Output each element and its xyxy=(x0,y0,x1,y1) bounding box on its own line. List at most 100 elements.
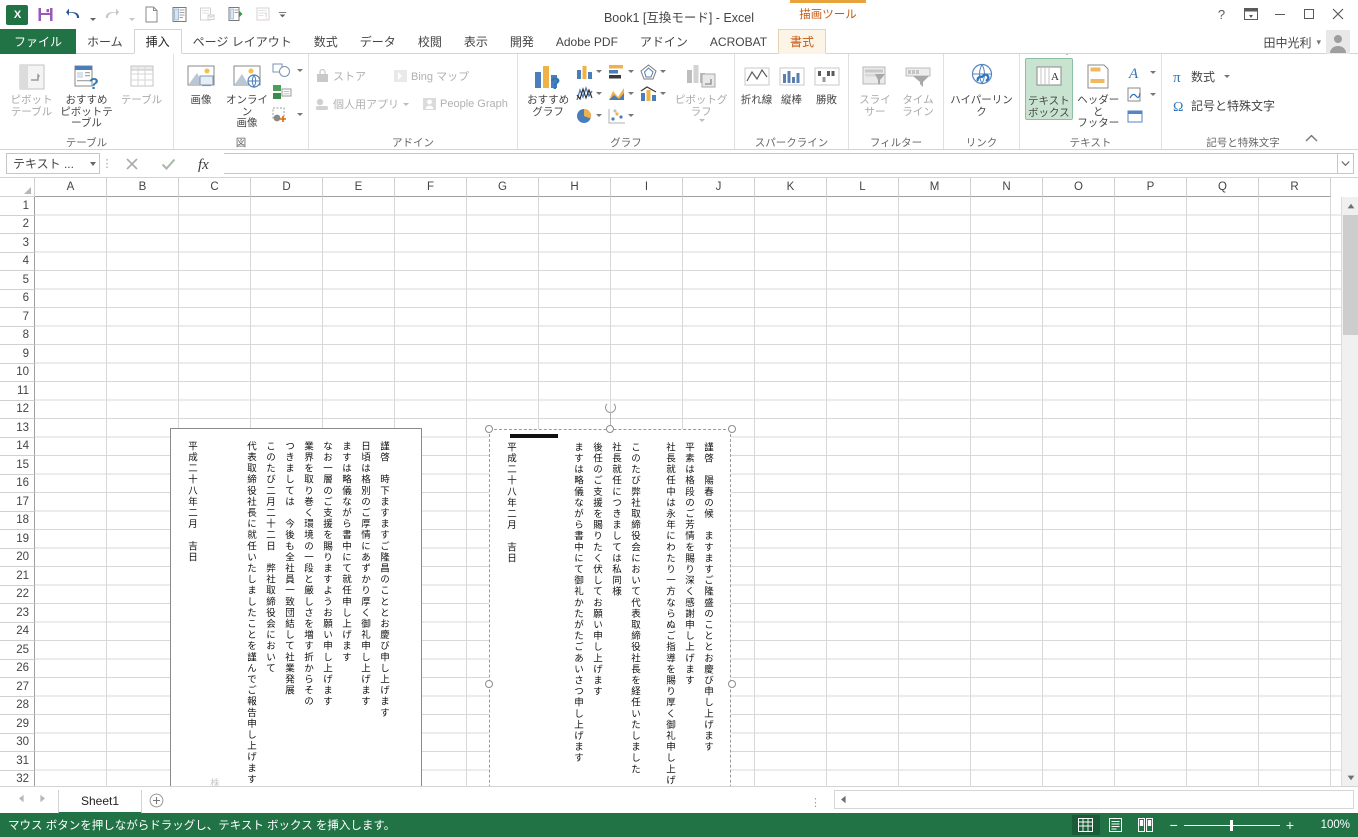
textbox-right[interactable]: 平成二十八年二月 吉日 ますは略儀ながら書中にて御礼かたがたごあいさつ申し上げま… xyxy=(485,402,736,786)
tab-adobe-pdf[interactable]: Adobe PDF xyxy=(545,29,629,54)
tab-insert[interactable]: 挿入 xyxy=(133,29,182,54)
formula-bar-splitter[interactable]: ⋮ xyxy=(100,157,114,170)
tab-review[interactable]: 校閲 xyxy=(407,29,453,54)
column-header-L[interactable]: L xyxy=(827,178,899,197)
equation-button[interactable]: π 数式 xyxy=(1172,66,1231,86)
row-header-17[interactable]: 17 xyxy=(0,493,35,512)
hyperlink-button[interactable]: ハイパーリンク xyxy=(949,58,1014,118)
avatar[interactable] xyxy=(1326,30,1350,54)
worksheet-grid[interactable]: ABCDEFGHIJKLMNOPQR 1 2 3 4 5 6 7 8 9 10 11 12 13 14 15… xyxy=(0,178,1358,786)
resize-handle-e[interactable] xyxy=(728,680,736,688)
zoom-slider[interactable]: − + xyxy=(1170,817,1294,833)
picture-button[interactable]: 画像 xyxy=(179,58,223,107)
row-header-21[interactable]: 21 xyxy=(0,567,35,586)
combo-chart-button[interactable] xyxy=(639,85,671,102)
stock-chart-button[interactable] xyxy=(575,85,607,102)
row-header-4[interactable]: 4 xyxy=(0,252,35,271)
tab-format[interactable]: 書式 xyxy=(778,29,827,54)
zoom-slider-track[interactable] xyxy=(1183,819,1280,831)
winloss-sparkline-button[interactable]: 勝敗 xyxy=(810,58,843,107)
shapes-button[interactable] xyxy=(271,60,303,80)
row-header-23[interactable]: 23 xyxy=(0,604,35,623)
redo-dropdown-icon[interactable] xyxy=(127,3,136,27)
people-graph-button[interactable]: People Graph xyxy=(421,94,508,114)
minimize-icon[interactable] xyxy=(1265,3,1294,25)
screenshot-button[interactable] xyxy=(271,104,303,124)
next-sheet-icon[interactable] xyxy=(39,794,46,806)
collapse-ribbon-button[interactable] xyxy=(1305,134,1318,146)
pivot-table-button[interactable]: ピボット テーブル xyxy=(5,58,58,118)
row-header-31[interactable]: 31 xyxy=(0,752,35,771)
sheet-tab-splitter[interactable]: ⋮ xyxy=(810,796,823,809)
restore-icon[interactable] xyxy=(1294,3,1323,25)
row-header-12[interactable]: 12 xyxy=(0,400,35,419)
enter-icon[interactable] xyxy=(150,153,186,175)
row-header-26[interactable]: 26 xyxy=(0,659,35,678)
horizontal-scrollbar[interactable] xyxy=(834,790,1354,809)
recommended-pivot-table-button[interactable]: ? おすすめ ピボットテーブル xyxy=(60,58,113,130)
row-header-29[interactable]: 29 xyxy=(0,715,35,734)
area-chart-button[interactable] xyxy=(607,85,639,102)
smartart-button[interactable] xyxy=(271,82,303,102)
header-footer-button[interactable]: ヘッダーと フッター xyxy=(1075,58,1122,130)
resize-handle-w[interactable] xyxy=(485,680,493,688)
column-header-R[interactable]: R xyxy=(1259,178,1331,197)
row-header-16[interactable]: 16 xyxy=(0,474,35,493)
column-header-P[interactable]: P xyxy=(1115,178,1187,197)
column-header-E[interactable]: E xyxy=(323,178,395,197)
column-header-C[interactable]: C xyxy=(179,178,251,197)
row-header-32[interactable]: 32 xyxy=(0,770,35,786)
scroll-up-icon[interactable] xyxy=(1342,197,1358,214)
column-chart-button[interactable] xyxy=(575,63,607,80)
scroll-left-icon[interactable] xyxy=(835,791,852,808)
row-header-6[interactable]: 6 xyxy=(0,289,35,308)
customize-qat-icon[interactable] xyxy=(278,3,287,27)
row-header-13[interactable]: 13 xyxy=(0,419,35,438)
vertical-scrollbar-thumb[interactable] xyxy=(1343,215,1358,335)
row-header-28[interactable]: 28 xyxy=(0,696,35,715)
column-header-H[interactable]: H xyxy=(539,178,611,197)
tab-data[interactable]: データ xyxy=(349,29,407,54)
column-header-K[interactable]: K xyxy=(755,178,827,197)
recommended-charts-button[interactable]: ? おすすめ グラフ xyxy=(523,58,573,118)
tab-view[interactable]: 表示 xyxy=(453,29,499,54)
column-header-B[interactable]: B xyxy=(107,178,179,197)
tab-page-layout[interactable]: ページ レイアウト xyxy=(182,29,303,54)
column-header-I[interactable]: I xyxy=(611,178,683,197)
object-button[interactable] xyxy=(1124,106,1156,126)
column-header-A[interactable]: A xyxy=(35,178,107,197)
online-picture-button[interactable]: オンライン 画像 xyxy=(225,58,269,130)
store-button[interactable]: ストア xyxy=(314,66,366,86)
tab-developer[interactable]: 開発 xyxy=(499,29,545,54)
column-header-O[interactable]: O xyxy=(1043,178,1115,197)
expand-formula-bar-icon[interactable] xyxy=(1338,153,1354,174)
row-header-9[interactable]: 9 xyxy=(0,345,35,364)
row-header-7[interactable]: 7 xyxy=(0,308,35,327)
quick-print-icon[interactable] xyxy=(222,3,248,27)
select-all-button[interactable] xyxy=(0,178,35,197)
row-header-15[interactable]: 15 xyxy=(0,456,35,475)
column-header-F[interactable]: F xyxy=(395,178,467,197)
name-box-dropdown-icon[interactable] xyxy=(90,161,96,166)
textbox-left[interactable]: 平成二十八年二月 吉日 代表取締役社長に就任いたしましたことを謹んでご報告申し上… xyxy=(170,428,422,786)
undo-dropdown-icon[interactable] xyxy=(88,3,97,27)
vertical-scrollbar[interactable] xyxy=(1341,197,1358,786)
row-header-2[interactable]: 2 xyxy=(0,215,35,234)
account-dropdown-icon[interactable]: ▾ xyxy=(1316,37,1321,48)
slicer-button[interactable]: スライサー xyxy=(854,58,896,118)
tab-acrobat[interactable]: ACROBAT xyxy=(699,29,778,54)
redo-icon[interactable] xyxy=(99,3,125,27)
tab-file[interactable]: ファイル xyxy=(0,29,77,54)
bing-maps-button[interactable]: Bing マップ xyxy=(392,66,469,86)
row-header-10[interactable]: 10 xyxy=(0,363,35,382)
row-header-14[interactable]: 14 xyxy=(0,437,35,456)
tab-addins[interactable]: アドイン xyxy=(629,29,699,54)
column-sparkline-button[interactable]: 縦棒 xyxy=(775,58,808,107)
row-header-24[interactable]: 24 xyxy=(0,622,35,641)
column-header-J[interactable]: J xyxy=(683,178,755,197)
scatter-chart-button[interactable] xyxy=(607,107,639,124)
row-header-11[interactable]: 11 xyxy=(0,382,35,401)
tab-formulas[interactable]: 数式 xyxy=(303,29,349,54)
save-icon[interactable] xyxy=(32,3,58,27)
row-header-25[interactable]: 25 xyxy=(0,641,35,660)
